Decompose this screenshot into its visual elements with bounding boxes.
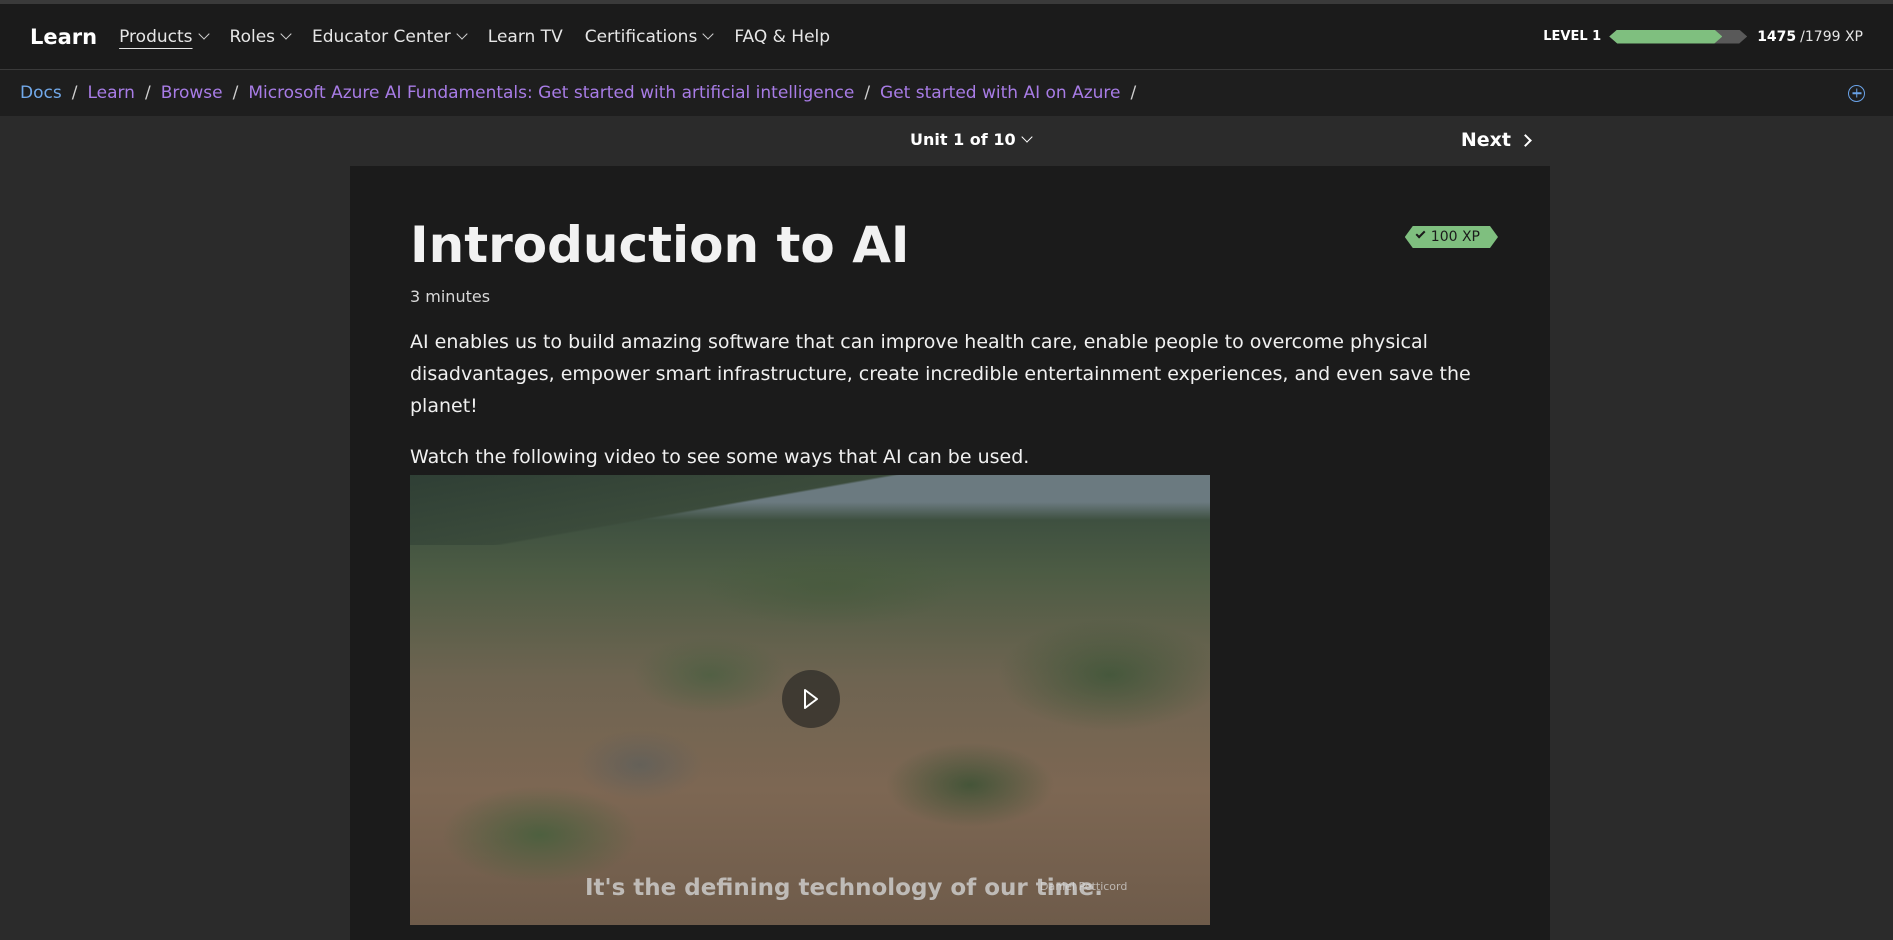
nav-label: Learn TV [487,26,563,47]
chevron-down-icon [702,28,714,40]
breadcrumb-module[interactable]: Get started with AI on Azure [880,83,1120,103]
nav-label: Roles [229,26,276,47]
main-nav: Products Roles Educator Center Learn TV … [119,27,852,47]
nav-products[interactable]: Products [119,26,210,47]
page-title: Introduction to AI [410,216,910,274]
level-label: LEVEL 1 [1543,29,1602,44]
breadcrumb-separator: / [1130,83,1137,103]
breadcrumb-separator: / [71,83,78,103]
chevron-down-icon [197,28,210,40]
unit-content: 100 XP Introduction to AI 3 minutes AI e… [350,166,1550,940]
check-icon [1415,229,1425,239]
breadcrumb-separator: / [144,83,151,103]
learn-logo[interactable]: Learn [30,25,97,49]
chevron-down-icon [280,28,292,40]
unit-selector[interactable]: Unit 1 of 10 [910,130,1033,149]
video-intro-text: Watch the following video to see some wa… [410,446,1030,468]
xp-progress-fill [1609,30,1722,44]
breadcrumb-separator: / [864,83,871,103]
breadcrumb-separator: / [232,83,239,103]
nav-roles[interactable]: Roles [229,26,292,47]
breadcrumb-learning-path[interactable]: Microsoft Azure AI Fundamentals: Get sta… [248,83,854,103]
add-collection-icon[interactable] [1848,84,1865,102]
nav-label: Certifications [584,26,698,47]
nav-educator-center[interactable]: Educator Center [312,26,468,47]
xp-badge: 100 XP [1405,226,1498,248]
chevron-right-icon [1519,133,1532,147]
next-label: Next [1460,129,1511,151]
chevron-down-icon [456,28,468,40]
xp-progress-bar [1609,30,1747,44]
xp-current: 1475 [1757,28,1797,45]
video-credit: Daniel Petticord [1040,880,1128,893]
video-caption: It's the defining technology of our time… [585,875,1103,901]
xp-total: /1799 XP [1800,28,1863,45]
chevron-down-icon [1020,131,1033,143]
nav-label: Educator Center [312,26,451,47]
next-button[interactable]: Next [1460,129,1532,151]
breadcrumb-browse[interactable]: Browse [161,83,223,103]
video-player[interactable]: It's the defining technology of our time… [410,475,1210,925]
nav-faq-help[interactable]: FAQ & Help [734,27,830,47]
nav-label: Products [119,26,193,47]
play-icon [804,689,818,709]
duration: 3 minutes [410,287,491,306]
nav-learn-tv[interactable]: Learn TV [488,27,563,47]
unit-navigation: Unit 1 of 10 Next [350,116,1550,166]
breadcrumb-learn[interactable]: Learn [87,83,135,103]
nav-certifications[interactable]: Certifications [584,26,714,47]
xp-badge-label: 100 XP [1430,229,1480,245]
nav-label: FAQ & Help [734,26,831,47]
intro-paragraph: AI enables us to build amazing software … [410,331,1471,417]
play-button[interactable] [782,670,840,728]
breadcrumb-docs[interactable]: Docs [20,83,62,103]
xp-progress[interactable]: LEVEL 1 1475 /1799 XP [1543,29,1863,45]
breadcrumb: Docs / Learn / Browse / Microsoft Azure … [0,70,1893,116]
unit-label: Unit 1 of 10 [910,130,1016,149]
video-frame-background [410,475,1210,545]
site-header: Learn Products Roles Educator Center Lea… [0,4,1893,70]
